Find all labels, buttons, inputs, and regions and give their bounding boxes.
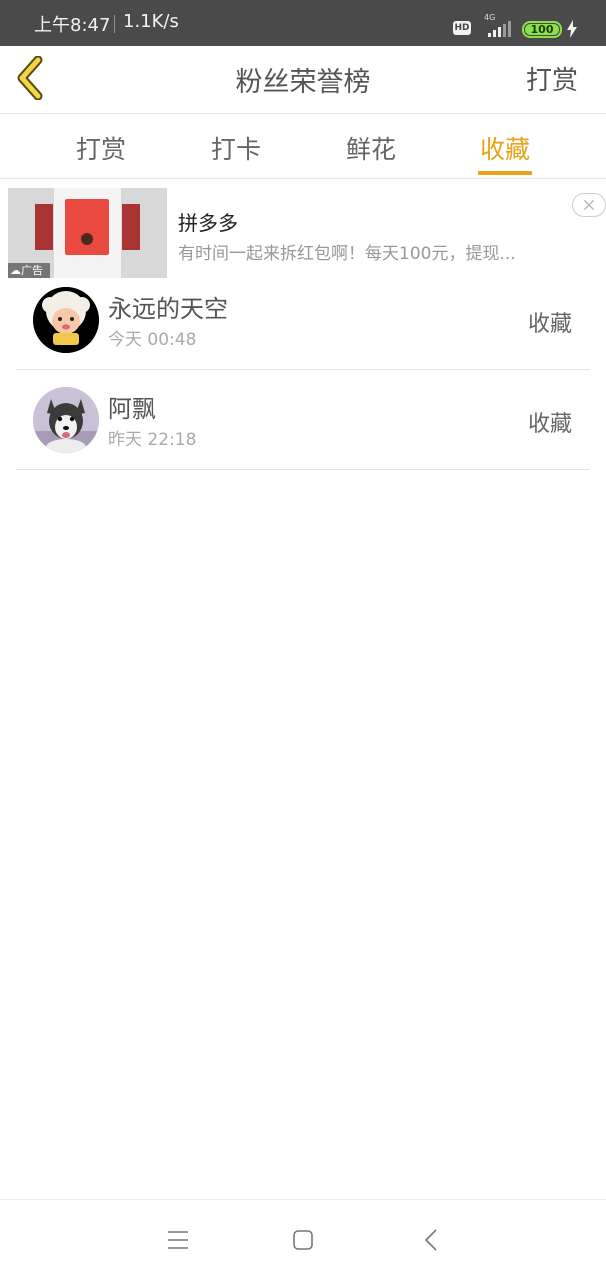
timestamp: 今天 00:48 <box>108 330 197 350</box>
ad-title: 拼多多 <box>178 211 238 235</box>
cloud-icon: ☁ <box>10 264 21 277</box>
ad-badge: ☁广告 <box>8 263 50 278</box>
tab-checkin[interactable]: 打卡 <box>196 130 276 166</box>
tab-reward[interactable]: 打赏 <box>61 130 141 166</box>
favorite-label: 收藏 <box>527 312 572 337</box>
ad-image: ☁广告 <box>8 188 167 278</box>
favorites-list: 永远的天空 今天 00:48 收藏 阿飘 昨天 22:18 收藏 <box>16 280 590 470</box>
network-speed: 1.1K/s <box>123 11 179 32</box>
active-tab-indicator <box>478 171 532 175</box>
clock: 上午8:47 <box>34 15 111 36</box>
system-nav-bar <box>0 1199 606 1280</box>
user-name: 永远的天空 <box>108 295 228 323</box>
reward-button[interactable]: 打赏 <box>526 60 578 97</box>
avatar <box>33 387 99 453</box>
sheep-cartoon-avatar <box>33 287 99 353</box>
hd-icon: HD <box>453 21 471 35</box>
ad-description: 有时间一起来拆红包啊！每天100元，提现... <box>178 244 516 264</box>
ad-banner[interactable]: ☁广告 拼多多 有时间一起来拆红包啊！每天100元，提现... <box>8 188 606 278</box>
home-icon[interactable] <box>293 1230 313 1250</box>
list-item[interactable]: 永远的天空 今天 00:48 收藏 <box>16 280 590 370</box>
page-title: 粉丝荣誉榜 <box>235 67 371 98</box>
menu-icon[interactable] <box>168 1230 188 1250</box>
avatar <box>33 287 99 353</box>
tab-bar: 打赏 打卡 鲜花 收藏 <box>0 115 606 179</box>
tab-favorites[interactable]: 收藏 <box>465 130 545 166</box>
husky-dog-avatar <box>33 387 99 453</box>
red-envelope-icon <box>65 199 109 255</box>
tab-flowers[interactable]: 鲜花 <box>331 130 411 166</box>
close-icon[interactable] <box>572 193 606 217</box>
list-item[interactable]: 阿飘 昨天 22:18 收藏 <box>16 370 590 470</box>
favorite-label: 收藏 <box>527 412 572 437</box>
status-bar: 上午8:47 1.1K/s HD 4G 100 <box>0 0 606 46</box>
back-icon[interactable] <box>424 1229 438 1251</box>
status-divider <box>114 15 115 33</box>
user-name: 阿飘 <box>108 395 156 423</box>
title-bar: 粉丝荣誉榜 打赏 <box>0 46 606 114</box>
battery-icon: 100 <box>522 21 562 38</box>
battery-level: 100 <box>525 24 559 35</box>
timestamp: 昨天 22:18 <box>108 430 197 450</box>
charging-icon <box>567 20 577 38</box>
signal-icon <box>488 21 511 37</box>
